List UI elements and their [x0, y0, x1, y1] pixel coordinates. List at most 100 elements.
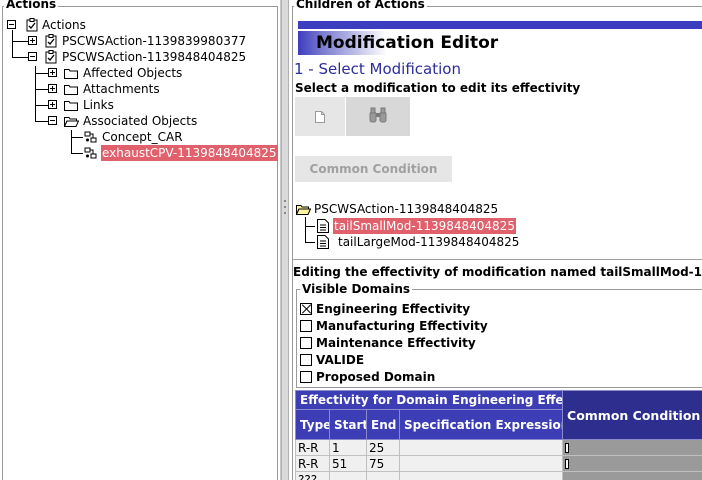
checklist-icon: [45, 50, 57, 64]
domain-label: Proposed Domain: [316, 370, 436, 384]
document-icon: [315, 111, 325, 123]
editor-header: Modification Editor: [298, 31, 702, 55]
checklist-icon: [45, 34, 57, 48]
open-folder-icon: [64, 117, 79, 127]
cell-type[interactable]: ???: [295, 471, 330, 480]
actions-panel-title: Actions: [4, 0, 59, 11]
expand-toggle-icon[interactable]: [48, 84, 57, 93]
common-condition-column-header[interactable]: Common Condition: [562, 390, 702, 440]
section-title: 1 - Select Modification: [294, 60, 461, 78]
cell-start[interactable]: 1: [329, 439, 367, 456]
checkbox[interactable]: [300, 337, 312, 349]
editing-effectivity-label: Editing the effectivity of modification …: [293, 265, 702, 279]
domain-checkbox-proposed[interactable]: Proposed Domain: [300, 369, 680, 385]
select-modification-prompt: Select a modification to edit its effect…: [295, 81, 581, 95]
cell-spec[interactable]: [398, 439, 564, 456]
mod-tree-label: tailLargeMod-1139848404825: [338, 235, 520, 249]
tree-node-label: Attachments: [83, 82, 160, 96]
expand-toggle-icon[interactable]: [28, 36, 37, 45]
tree-node-concept-car[interactable]: Concept_CAR: [0, 129, 280, 145]
cell-common-condition[interactable]: [562, 471, 702, 480]
split-pane-divider[interactable]: [281, 0, 289, 480]
editor-accent-bar: [298, 21, 702, 29]
domain-label: Manufacturing Effectivity: [316, 319, 488, 333]
tree-node-label: Links: [83, 98, 114, 112]
cell-spec[interactable]: [398, 455, 564, 472]
tree-node-attachments[interactable]: Attachments: [0, 81, 280, 97]
checkbox[interactable]: [300, 320, 312, 332]
domain-label: Maintenance Effectivity: [316, 336, 476, 350]
mod-tree-node-tail-small[interactable]: tailSmallMod-1139848404825: [289, 218, 702, 234]
tree-node-links[interactable]: Links: [0, 97, 280, 113]
table-row[interactable]: R-R 1 25: [295, 439, 702, 456]
tree-node-label: Associated Objects: [83, 114, 198, 128]
tree-node-affected-objects[interactable]: Affected Objects: [0, 65, 280, 81]
modification-editor-title: Modification Editor: [316, 33, 499, 53]
collapse-toggle-icon[interactable]: [28, 52, 37, 61]
tree-node-label: Concept_CAR: [102, 130, 183, 144]
collapse-toggle-icon[interactable]: [48, 116, 57, 125]
effectivity-table: Effectivity for Domain Engineering Effec…: [294, 390, 702, 480]
cell-end[interactable]: [366, 471, 400, 480]
part-link-icon: [84, 147, 97, 159]
tree-node-exhaust-cpv[interactable]: exhaustCPV-1139848404825: [0, 145, 280, 161]
children-of-actions-panel: Children of Actions Modification Editor …: [289, 0, 702, 480]
folder-icon: [64, 69, 78, 79]
tree-node-actions-root[interactable]: Actions: [0, 17, 280, 33]
mod-tree-root[interactable]: PSCWSAction-1139848404825: [289, 201, 702, 217]
domain-checkbox-engineering[interactable]: Engineering Effectivity: [300, 301, 680, 317]
mod-tree-root-label: PSCWSAction-1139848404825: [314, 202, 499, 216]
tree-node-action-2[interactable]: PSCWSAction-1139848404825: [0, 49, 280, 65]
domain-label: Engineering Effectivity: [316, 302, 471, 316]
table-row[interactable]: ???: [295, 471, 702, 480]
cell-spec[interactable]: [398, 471, 564, 480]
checkbox[interactable]: [300, 354, 312, 366]
cell-start[interactable]: 51: [329, 455, 367, 472]
cell-type[interactable]: R-R: [295, 455, 330, 472]
children-panel-title: Children of Actions: [294, 0, 427, 11]
folder-icon: [64, 85, 78, 95]
checkbox-checked[interactable]: [300, 303, 312, 315]
cell-common-condition[interactable]: [562, 439, 702, 456]
domain-checkbox-manufacturing[interactable]: Manufacturing Effectivity: [300, 318, 680, 334]
domain-checkbox-maintenance[interactable]: Maintenance Effectivity: [300, 335, 680, 351]
tree-node-label: PSCWSAction-1139839980377: [62, 34, 247, 48]
table-row[interactable]: R-R 51 75: [295, 455, 702, 472]
column-header-type[interactable]: Type: [295, 409, 330, 440]
search-button[interactable]: [346, 97, 410, 136]
condition-toggle-icon[interactable]: [565, 443, 570, 453]
collapse-toggle-icon[interactable]: [7, 20, 16, 29]
expand-toggle-icon[interactable]: [48, 68, 57, 77]
actions-panel: Actions Actions PSCWSAction-113983998037…: [0, 0, 281, 480]
effectivity-domain-header: Effectivity for Domain Engineering Effec…: [294, 390, 564, 410]
tree-node-label: PSCWSAction-1139848404825: [62, 50, 247, 64]
cell-end[interactable]: 75: [366, 455, 400, 472]
open-folder-icon: [296, 205, 311, 215]
part-link-icon: [84, 131, 97, 143]
mod-tree-label-selected: tailSmallMod-1139848404825: [333, 218, 516, 234]
modification-document-icon: [317, 235, 329, 249]
column-header-start[interactable]: Start: [329, 409, 367, 440]
visible-domains-title: Visible Domains: [300, 282, 413, 296]
column-header-end[interactable]: End: [366, 409, 400, 440]
cell-type[interactable]: R-R: [295, 439, 330, 456]
tree-node-action-1[interactable]: PSCWSAction-1139839980377: [0, 33, 280, 49]
section-separator: [293, 259, 702, 261]
cell-start[interactable]: [329, 471, 367, 480]
tree-node-label: Affected Objects: [83, 66, 183, 80]
condition-toggle-icon[interactable]: [565, 459, 570, 469]
checkbox[interactable]: [300, 371, 312, 383]
common-condition-button[interactable]: Common Condition: [295, 156, 452, 182]
domain-checkbox-valide[interactable]: VALIDE: [300, 352, 680, 368]
folder-icon: [64, 101, 78, 111]
column-header-spec-expression[interactable]: Specification Expression: [398, 409, 564, 440]
cell-common-condition[interactable]: [562, 455, 702, 472]
new-document-button[interactable]: [295, 97, 345, 136]
checklist-icon: [26, 18, 38, 32]
tree-node-associated-objects[interactable]: Associated Objects: [0, 113, 280, 129]
tree-node-label-selected: exhaustCPV-1139848404825: [101, 145, 278, 161]
domain-label: VALIDE: [316, 353, 365, 367]
cell-end[interactable]: 25: [366, 439, 400, 456]
expand-toggle-icon[interactable]: [48, 100, 57, 109]
mod-tree-node-tail-large[interactable]: tailLargeMod-1139848404825: [289, 234, 702, 250]
